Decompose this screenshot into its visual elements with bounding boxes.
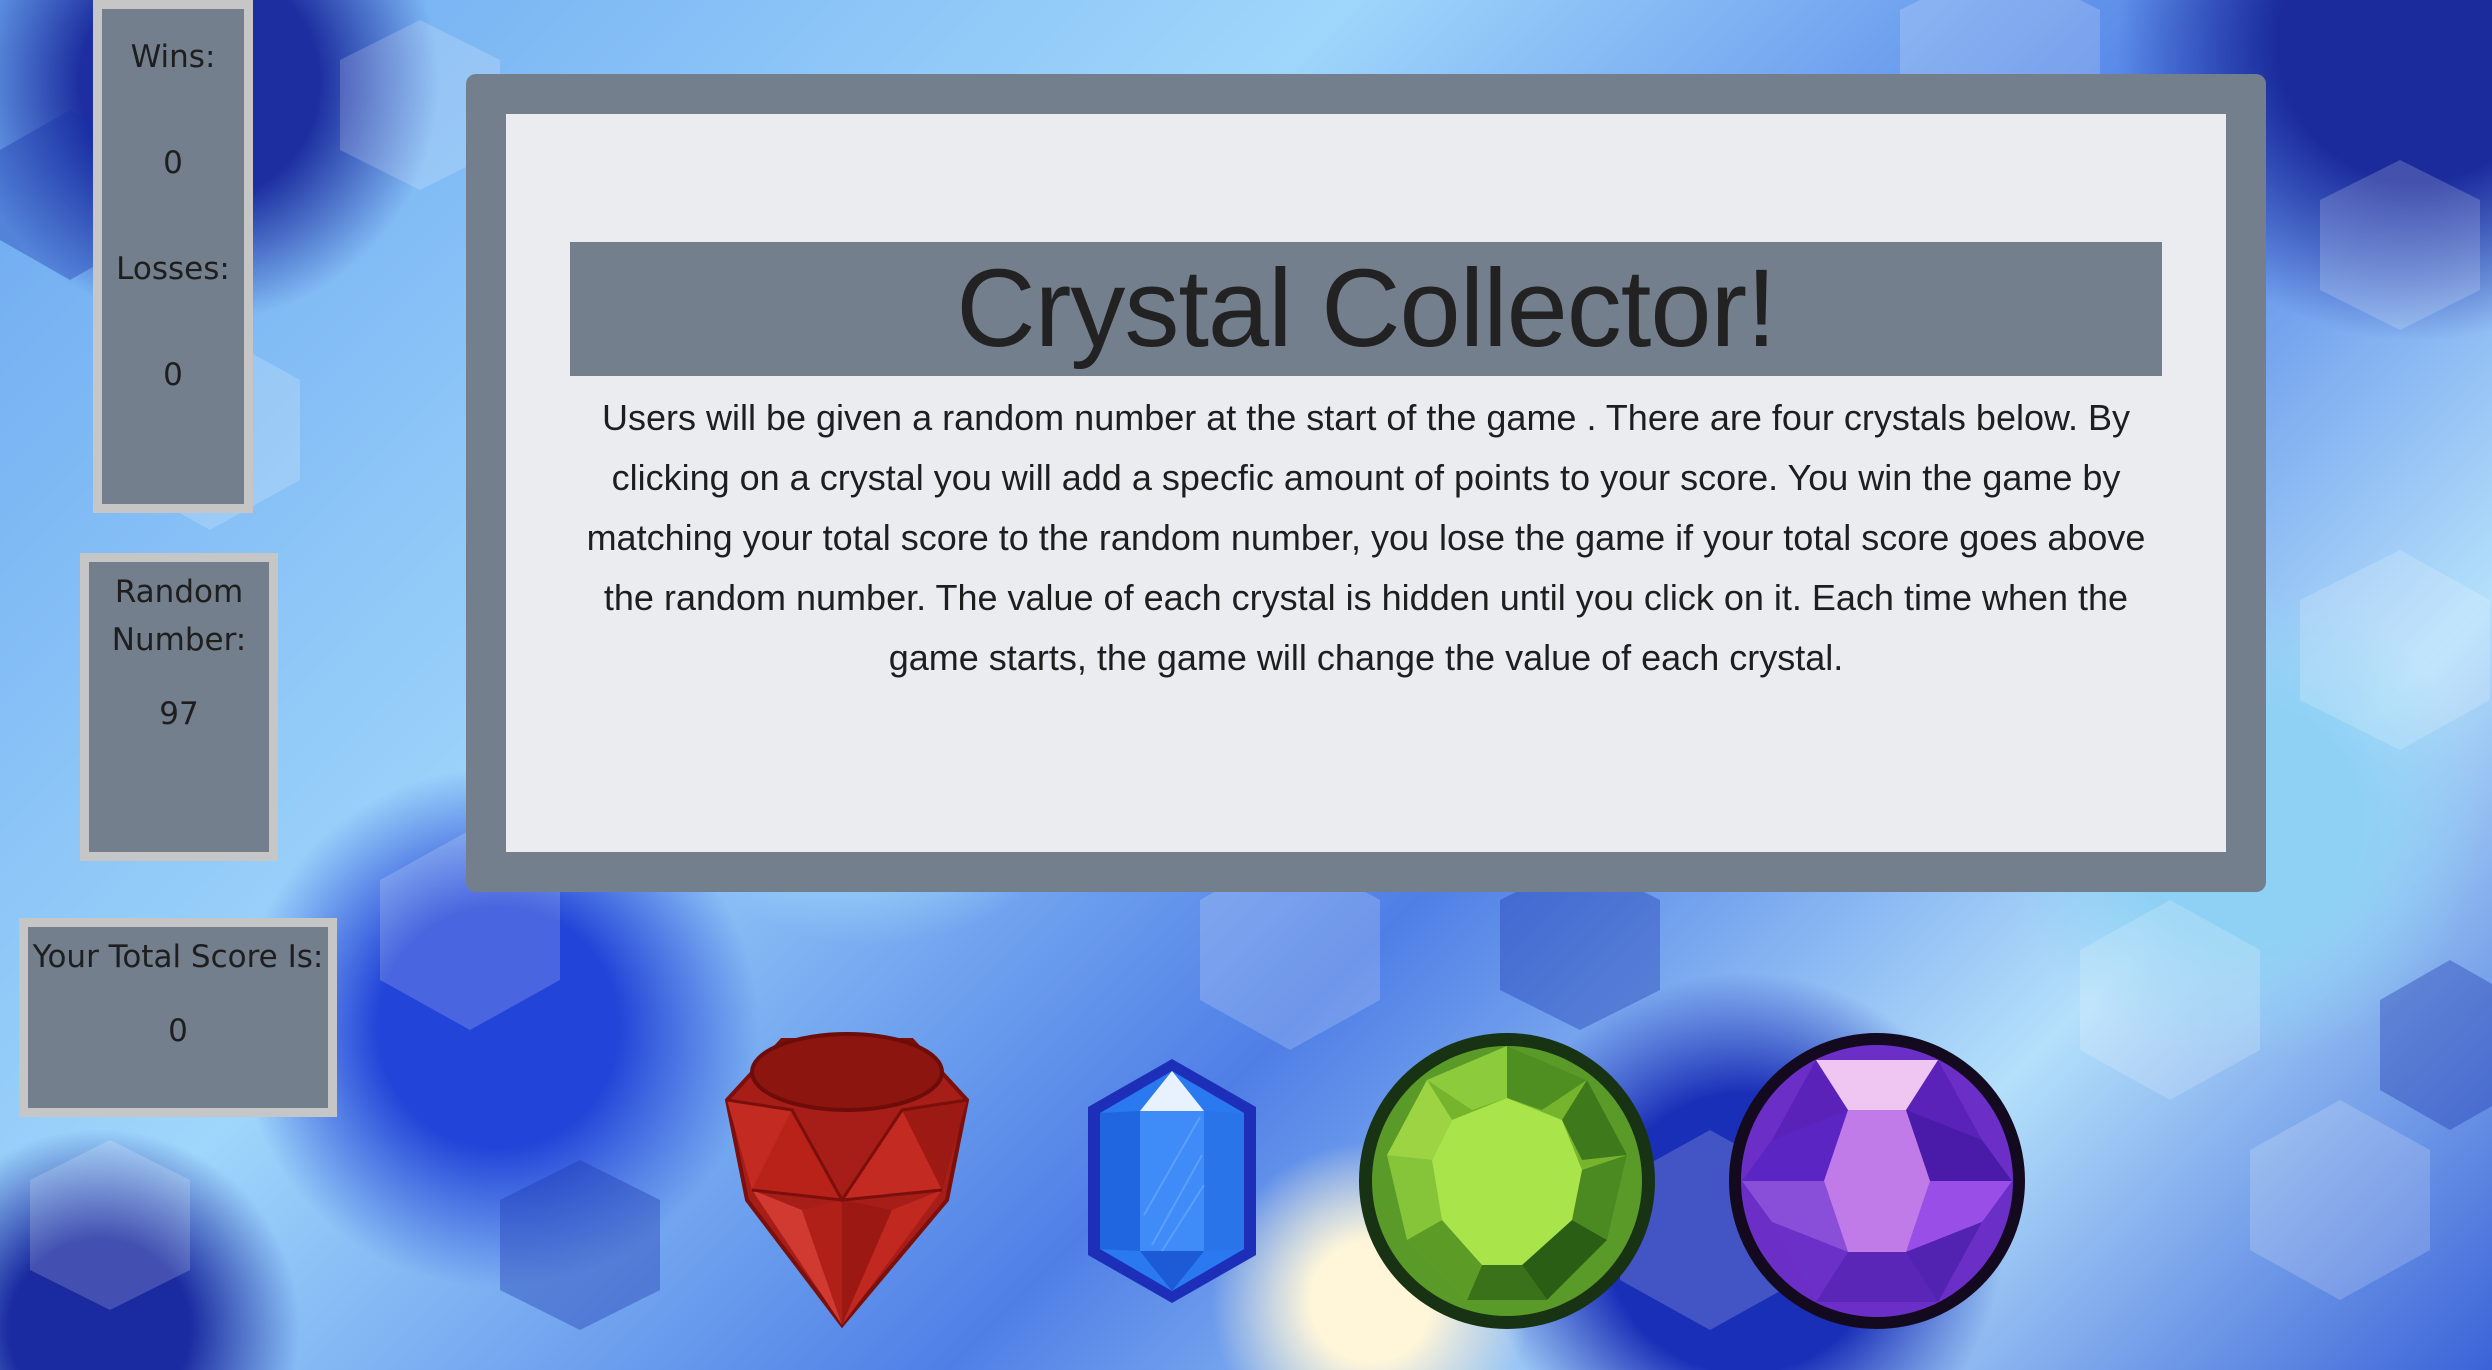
amethyst-crystal-button[interactable] — [1726, 1030, 2028, 1332]
random-number-label-line2: Number: — [111, 622, 247, 658]
ruby-icon — [724, 1032, 970, 1329]
sapphire-icon — [1088, 1059, 1256, 1303]
instructions-card: Crystal Collector! Users will be given a… — [506, 114, 2226, 852]
peridot-icon — [1359, 1033, 1655, 1329]
wins-value: 0 — [163, 145, 183, 181]
random-number-value: 97 — [159, 696, 199, 732]
losses-label: Losses: — [116, 251, 230, 287]
peridot-crystal-button[interactable] — [1356, 1030, 1658, 1332]
game-title: Crystal Collector! — [956, 247, 1776, 370]
losses-value: 0 — [163, 357, 183, 393]
wins-label: Wins: — [130, 39, 216, 75]
ruby-crystal-button[interactable] — [692, 1030, 1002, 1330]
random-number-panel: Random Number: 97 — [80, 553, 278, 861]
title-bar: Crystal Collector! — [570, 242, 2162, 376]
wins-losses-panel: Wins: 0 Losses: 0 — [93, 0, 253, 513]
sapphire-crystal-button[interactable] — [1082, 1055, 1262, 1307]
instructions-panel: Crystal Collector! Users will be given a… — [466, 74, 2266, 892]
random-number-label-line1: Random — [114, 574, 244, 610]
total-score-panel: Your Total Score Is: 0 — [19, 918, 337, 1117]
total-score-value: 0 — [168, 1013, 188, 1049]
total-score-label: Your Total Score Is: — [32, 939, 324, 975]
game-description: Users will be given a random number at t… — [586, 397, 2146, 678]
amethyst-icon — [1729, 1033, 2025, 1329]
